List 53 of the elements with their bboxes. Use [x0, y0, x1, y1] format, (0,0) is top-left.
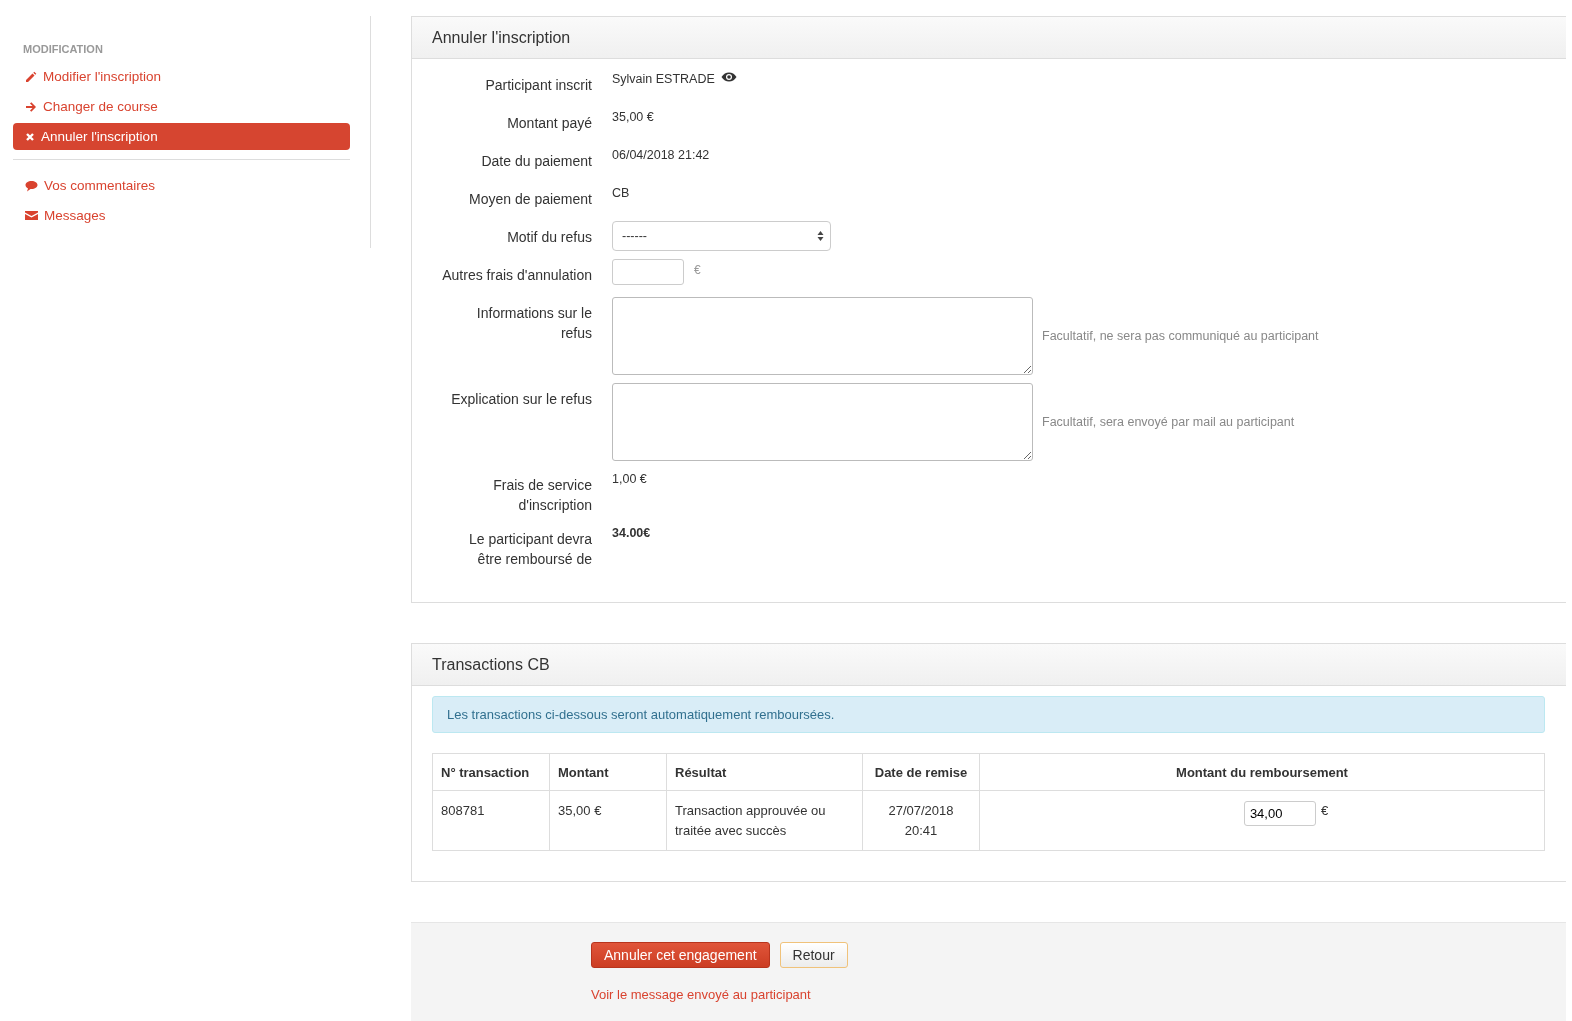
field-label: Informations sur le refus: [475, 304, 592, 343]
field-label: Le participant devra être remboursé de: [468, 530, 592, 569]
field-label: Motif du refus: [507, 228, 592, 247]
sidebar-item[interactable]: Changer de course: [13, 93, 350, 120]
amount-input[interactable]: [612, 259, 684, 285]
field-label: Autres frais d'annulation: [442, 266, 592, 285]
panel-title: Annuler l'inscription: [412, 17, 1566, 59]
text-area[interactable]: [612, 383, 1033, 461]
arrow-right-icon: [25, 100, 37, 113]
table-cell: 27/07/2018 20:41: [862, 790, 980, 851]
back-button[interactable]: Retour: [779, 942, 848, 968]
column-header: Résultat: [666, 753, 863, 791]
field-label: Frais de service d'inscription: [492, 476, 592, 515]
cancel-button[interactable]: Annuler cet engagement: [591, 942, 770, 968]
close-icon: [25, 131, 35, 142]
refund-input[interactable]: 34,00: [1243, 801, 1316, 826]
currency-label: €: [693, 262, 701, 278]
refund-total: 34.00€: [612, 525, 651, 541]
sidebar-item[interactable]: Annuler l'inscription: [13, 123, 350, 150]
sidebar-item[interactable]: Vos commentaires: [13, 172, 350, 199]
field-value: CB: [612, 185, 630, 201]
help-text: Facultatif, ne sera pas communiqué au participant: [1041, 328, 1319, 344]
info-notice: Les transactions ci-dessous seront automatiquement remboursées.: [432, 696, 1545, 733]
currency-label: €: [1320, 802, 1329, 820]
speech-bubble-icon: [25, 179, 38, 192]
field-value: 35,00 €: [612, 109, 654, 125]
column-header: Date de remise: [862, 753, 980, 791]
up-down-arrows-icon: [817, 230, 824, 242]
sidebar-item[interactable]: Modifier l'inscription: [13, 63, 350, 90]
table-cell: 35,00 €: [549, 790, 667, 851]
section-heading: MODIFICATION: [22, 42, 104, 57]
pencil-icon: [25, 70, 37, 83]
field-value: 1,00 €: [612, 471, 647, 487]
envelope-icon: [25, 210, 38, 221]
select-field[interactable]: ------: [612, 221, 831, 251]
sidebar-item[interactable]: Messages: [13, 202, 350, 229]
field-label: Date du paiement: [481, 152, 592, 171]
field-label: Moyen de paiement: [469, 190, 592, 209]
column-header: N° transaction: [432, 753, 550, 791]
panel-title: Transactions CB: [412, 644, 1566, 686]
field-label: Explication sur le refus: [451, 390, 592, 409]
message-link[interactable]: Voir le message envoyé au participant: [591, 987, 811, 1002]
eye-icon[interactable]: [720, 72, 737, 82]
column-header: Montant du remboursement: [979, 753, 1545, 791]
field-value: 06/04/2018 21:42: [612, 147, 710, 163]
field-label: Montant payé: [507, 114, 592, 133]
column-header: Montant: [549, 753, 667, 791]
field-label: Participant inscrit: [485, 76, 592, 95]
table-cell: Transaction approuvée ou traitée avec succès: [666, 790, 863, 851]
table-cell: 808781: [432, 790, 550, 851]
text-area[interactable]: [612, 297, 1033, 375]
participant-name: Sylvain ESTRADE: [612, 71, 715, 87]
help-text: Facultatif, sera envoyé par mail au participant: [1041, 414, 1295, 430]
